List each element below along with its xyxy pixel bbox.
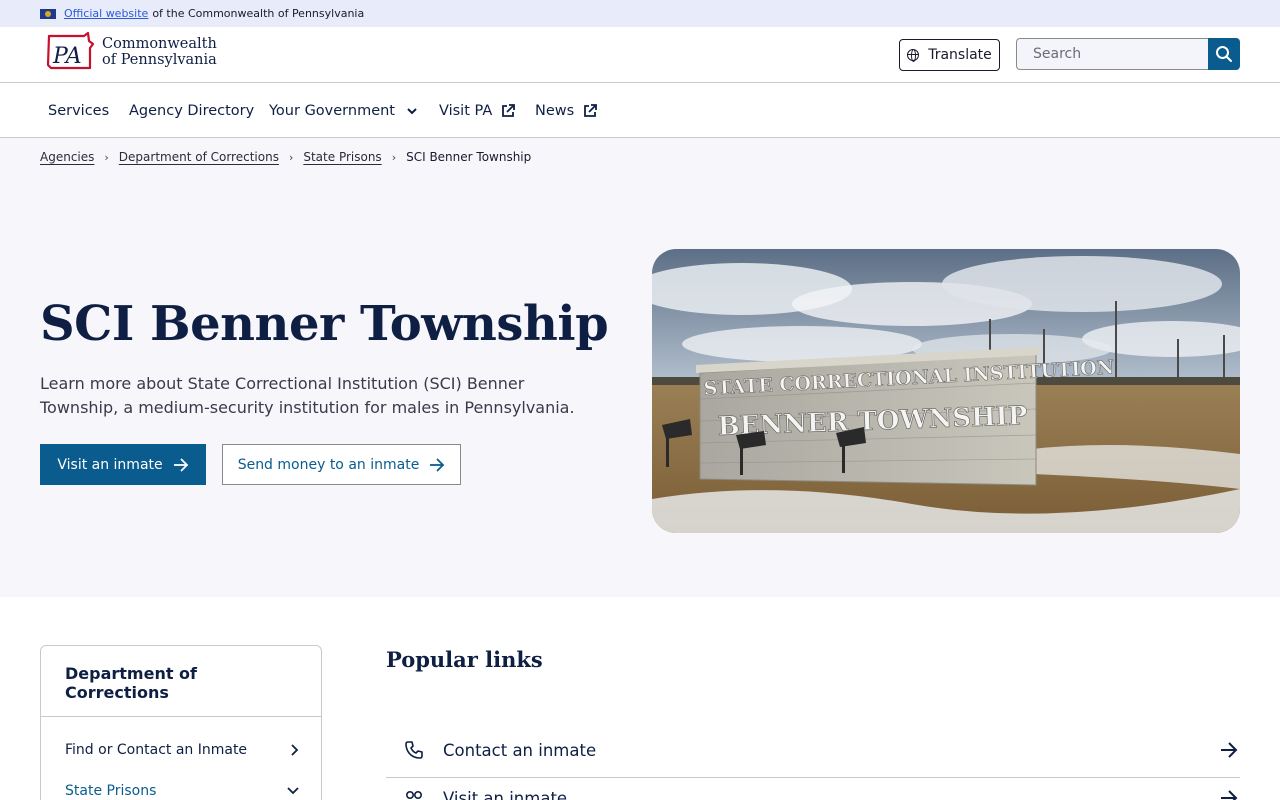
nav-item-visit-pa[interactable]: Visit PA (439, 103, 516, 119)
hero-image-prison-sign: STATE CORRECTIONAL INSTITUTION BENNER TO… (652, 249, 1240, 533)
people-icon (402, 788, 426, 800)
popular-link-label: Contact an inmate (443, 740, 597, 760)
page-title: SCI Benner Township (40, 296, 609, 352)
chevron-right-icon: › (104, 150, 109, 164)
search-form (1016, 38, 1240, 70)
nav-item-agency-directory[interactable]: Agency Directory (129, 103, 254, 119)
breadcrumb-agencies[interactable]: Agencies (40, 150, 94, 164)
arrow-right-icon (430, 457, 445, 472)
search-input[interactable] (1016, 38, 1209, 70)
search-icon (1216, 46, 1233, 62)
chevron-down-icon (287, 787, 299, 795)
chevron-right-icon: › (391, 150, 397, 164)
visit-inmate-button[interactable]: Visit an inmate (40, 444, 206, 485)
logo-line-1: Commonwealth (102, 36, 217, 52)
chevron-right-icon (291, 744, 299, 756)
popular-link-label: Visit an inmate (443, 788, 568, 800)
breadcrumb-current: SCI Benner Township (406, 150, 532, 164)
chevron-down-icon (407, 107, 417, 114)
translate-button[interactable]: Translate (899, 39, 1000, 71)
nav-item-your-government[interactable]: Your Government (269, 103, 417, 119)
sidebar-divider (41, 716, 321, 717)
breadcrumb-state-prisons[interactable]: State Prisons (303, 150, 381, 164)
nav-label: News (535, 103, 575, 119)
arrow-right-icon (1221, 790, 1238, 800)
translate-label: Translate (928, 47, 992, 63)
phone-icon (402, 740, 426, 760)
nav-label: Agency Directory (129, 103, 255, 119)
popular-link-visit-an-inmate[interactable]: Visit an inmate (386, 770, 1240, 800)
official-banner: Official website of the Commonwealth of … (0, 0, 1280, 27)
send-money-label: Send money to an inmate (237, 456, 420, 473)
nav-label: Your Government (269, 103, 395, 119)
sidebar-item-find-or-contact-an-inmate[interactable]: Find or Contact an Inmate (65, 742, 299, 758)
globe-icon (907, 49, 920, 62)
banner-text: of the Commonwealth of Pennsylvania (152, 7, 365, 20)
hero-description: Learn more about State Correctional Inst… (40, 374, 575, 417)
main-nav: Services Agency Directory Your Governmen… (0, 83, 1280, 138)
sidebar-item-label: State Prisons (65, 783, 157, 799)
search-button[interactable] (1208, 38, 1240, 70)
official-website-link[interactable]: Official website (64, 7, 148, 20)
nav-label: Visit PA (439, 103, 493, 119)
breadcrumb-department-of-corrections[interactable]: Department of Corrections (119, 150, 279, 164)
visit-inmate-label: Visit an inmate (57, 456, 163, 473)
send-money-button[interactable]: Send money to an inmate (222, 444, 461, 485)
popular-links-heading: Popular links (386, 647, 543, 672)
logo-line-2: of Pennsylvania (102, 52, 217, 68)
pa-flag-icon (40, 8, 56, 19)
sidebar-nav: Department of Corrections Find or Contac… (40, 645, 322, 800)
arrow-right-icon (1221, 742, 1238, 758)
chevron-right-icon: › (288, 150, 294, 164)
hero-section: Agencies › Department of Corrections › S… (0, 138, 1280, 597)
pa-logo[interactable]: PA Commonwealth of Pennsylvania (44, 31, 217, 72)
nav-item-services[interactable]: Services (48, 103, 109, 119)
nav-item-news[interactable]: News (535, 103, 598, 119)
sidebar-item-label: Find or Contact an Inmate (65, 742, 248, 758)
sidebar-title[interactable]: Department of Corrections (65, 664, 265, 702)
breadcrumb: Agencies › Department of Corrections › S… (40, 150, 531, 164)
sidebar-item-state-prisons[interactable]: State Prisons (65, 783, 299, 799)
site-header: PA Commonwealth of Pennsylvania Translat… (0, 27, 1280, 83)
logo-mark-text: PA (52, 44, 82, 69)
pa-keystone-logo-icon: PA (44, 31, 96, 72)
nav-label: Services (48, 103, 110, 119)
logo-text: Commonwealth of Pennsylvania (102, 36, 217, 68)
arrow-right-icon (173, 457, 188, 472)
external-link-icon (584, 104, 598, 117)
external-link-icon (502, 104, 516, 117)
